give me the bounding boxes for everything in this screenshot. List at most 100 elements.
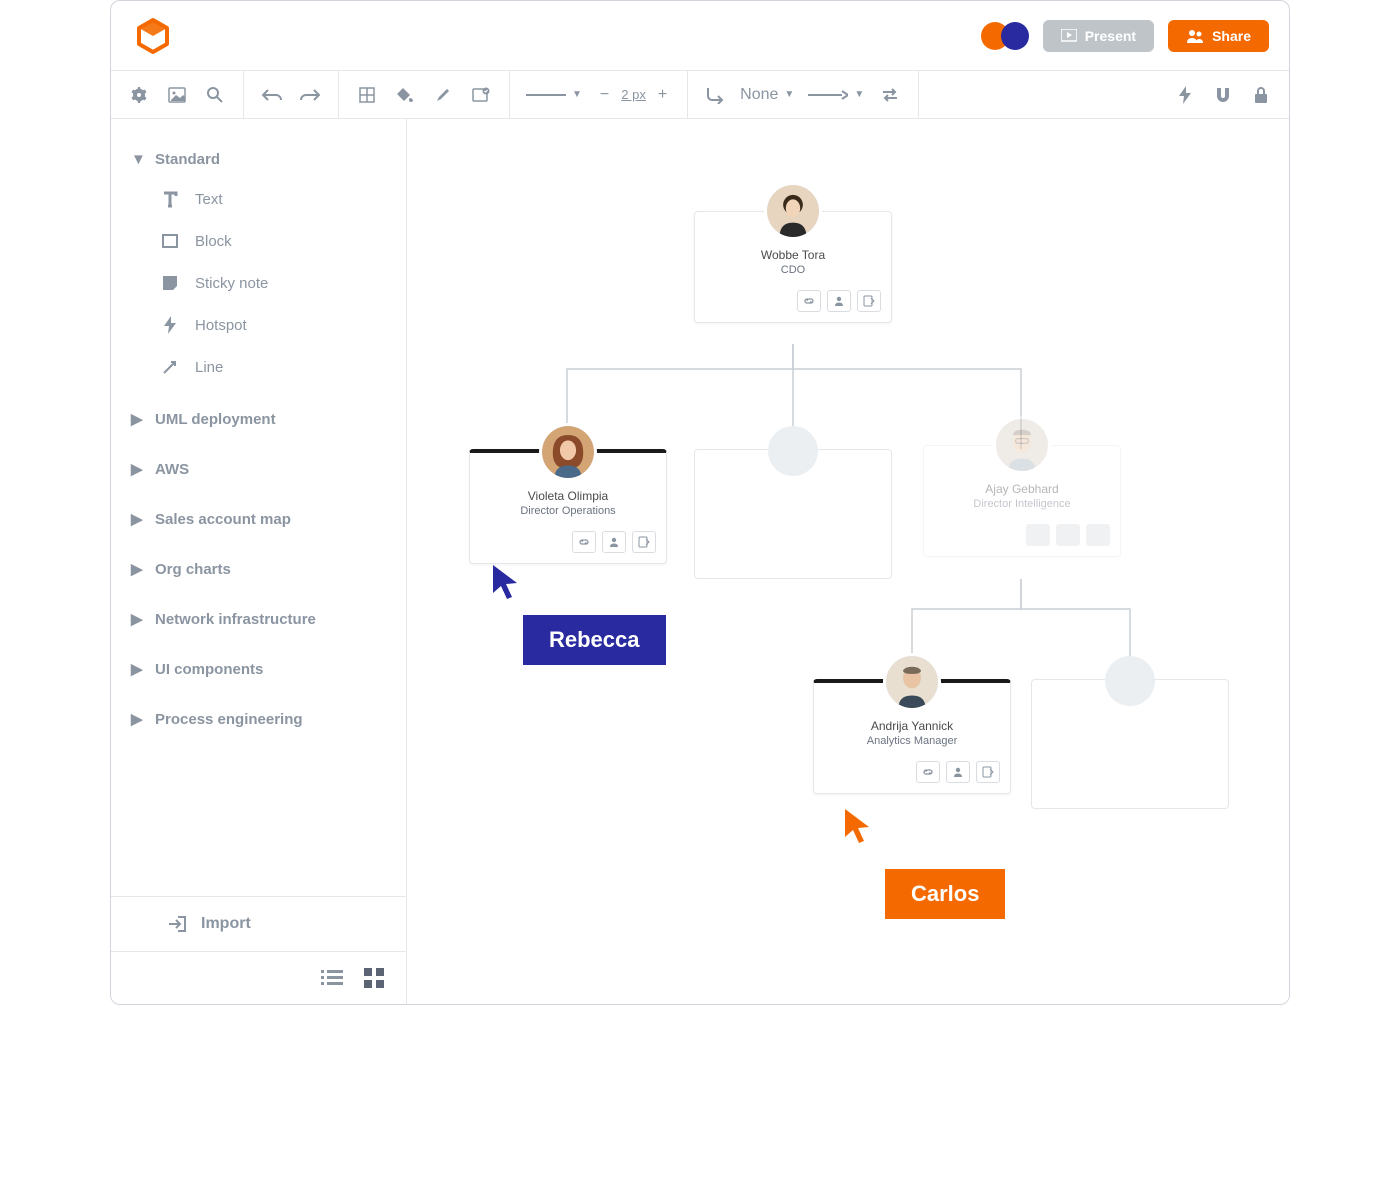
chevron-down-icon: ▼ <box>131 151 145 168</box>
lightning-icon[interactable] <box>1173 83 1197 107</box>
import-icon <box>167 915 187 933</box>
sidebar-item-label: Block <box>195 233 232 250</box>
toolbar: ▼ − 2 px + None ▼ ▼ <box>111 71 1289 119</box>
pencil-icon[interactable] <box>431 83 455 107</box>
sidebar-item-text[interactable]: Text <box>159 178 386 220</box>
sidebar-group-label: Process engineering <box>155 711 303 728</box>
cursor-carlos <box>843 807 871 850</box>
action-placeholder <box>1026 524 1050 546</box>
action-placeholder <box>1056 524 1080 546</box>
line-start-dropdown[interactable] <box>704 86 726 104</box>
chevron-down-icon: ▼ <box>572 89 582 100</box>
sidebar-item-label: Text <box>195 191 223 208</box>
sidebar-group-process[interactable]: ▶ Process engineering <box>131 700 386 738</box>
avatar <box>993 416 1051 474</box>
person-icon[interactable] <box>827 290 851 312</box>
edit-icon[interactable] <box>632 531 656 553</box>
stroke-width-value: 2 px <box>621 87 646 102</box>
import-label: Import <box>201 915 251 933</box>
grid-view-button[interactable] <box>362 966 386 990</box>
people-icon <box>1186 29 1204 43</box>
sidebar-group-ui[interactable]: ▶UI components <box>131 650 386 688</box>
sidebar-group-label: Org charts <box>155 561 231 578</box>
cursor-label-carlos: Carlos <box>885 869 1005 919</box>
undo-button[interactable] <box>260 83 284 107</box>
sticky-note-icon <box>159 272 181 294</box>
sidebar-group-label: Network infrastructure <box>155 611 316 628</box>
sidebar-group-label: Standard <box>155 151 220 168</box>
redo-button[interactable] <box>298 83 322 107</box>
sidebar-group-standard[interactable]: ▼ Standard <box>131 141 386 178</box>
person-icon[interactable] <box>602 531 626 553</box>
sidebar-group-network[interactable]: ▶ Network infrastructure <box>131 600 386 638</box>
card-title: Analytics Manager <box>824 735 1000 747</box>
edit-icon[interactable] <box>857 290 881 312</box>
list-view-button[interactable] <box>320 966 344 990</box>
sidebar-item-label: Hotspot <box>195 317 247 334</box>
grid-icon[interactable] <box>355 83 379 107</box>
cursor-label-rebecca: Rebecca <box>523 615 666 665</box>
sidebar-group-orgcharts[interactable]: ▶Org charts <box>131 550 386 588</box>
person-icon[interactable] <box>946 761 970 783</box>
sidebar-item-hotspot[interactable]: Hotspot <box>159 304 386 346</box>
sidebar-group-label: UI components <box>155 661 263 678</box>
sidebar-item-line[interactable]: Line <box>159 346 386 388</box>
org-card-analytics[interactable]: Andrija Yannick Analytics Manager <box>813 679 1011 794</box>
org-card-operations[interactable]: Violeta Olimpia Director Operations <box>469 449 667 564</box>
edit-icon[interactable] <box>976 761 1000 783</box>
swap-direction-icon[interactable] <box>878 83 902 107</box>
sidebar-item-sticky-note[interactable]: Sticky note <box>159 262 386 304</box>
org-card-placeholder[interactable] <box>694 449 892 579</box>
card-name: Wobbe Tora <box>705 248 881 262</box>
line-end-none-label: None <box>740 86 778 104</box>
link-icon[interactable] <box>916 761 940 783</box>
avatar-placeholder <box>1105 656 1155 706</box>
settings-gear-icon[interactable] <box>127 83 151 107</box>
line-end-none-dropdown[interactable]: None ▼ <box>740 86 794 104</box>
avatar <box>539 423 597 481</box>
sidebar-group-uml[interactable]: ▶UML deployment <box>131 400 386 438</box>
chevron-right-icon: ▶ <box>131 460 145 478</box>
org-card-placeholder-2[interactable] <box>1031 679 1229 809</box>
presence-user-2[interactable] <box>1001 22 1029 50</box>
sidebar-group-label: Sales account map <box>155 511 291 528</box>
chevron-right-icon: ▶ <box>131 710 145 728</box>
sidebar-item-label: Sticky note <box>195 275 268 292</box>
share-label: Share <box>1212 28 1251 44</box>
sidebar-group-aws[interactable]: ▶AWS <box>131 450 386 488</box>
fill-bucket-icon[interactable] <box>393 83 417 107</box>
checklist-icon[interactable] <box>469 83 493 107</box>
chevron-down-icon: ▼ <box>854 89 864 100</box>
minus-button[interactable]: − <box>596 86 613 104</box>
block-icon <box>159 230 181 252</box>
link-icon[interactable] <box>572 531 596 553</box>
image-icon[interactable] <box>165 83 189 107</box>
search-icon[interactable] <box>203 83 227 107</box>
org-card-intelligence[interactable]: Ajay Gebhard Director Intelligence <box>923 445 1121 557</box>
chevron-down-icon: ▼ <box>784 89 794 100</box>
diagram-canvas[interactable]: Wobbe Tora CDO Violeta Olimpia Director … <box>407 119 1289 1004</box>
link-icon[interactable] <box>797 290 821 312</box>
app-header: Present Share <box>111 1 1289 71</box>
plus-button[interactable]: + <box>654 86 671 104</box>
sidebar-item-label: Line <box>195 359 223 376</box>
chevron-right-icon: ▶ <box>131 410 145 428</box>
avatar <box>883 653 941 711</box>
cursor-rebecca <box>491 563 519 606</box>
lock-icon[interactable] <box>1249 83 1273 107</box>
org-card-cdo[interactable]: Wobbe Tora CDO <box>694 211 892 323</box>
present-button[interactable]: Present <box>1043 20 1154 52</box>
import-button[interactable]: Import <box>111 897 406 952</box>
sidebar-group-sales[interactable]: ▶Sales account map <box>131 500 386 538</box>
magnet-icon[interactable] <box>1211 83 1235 107</box>
arrow-style-dropdown[interactable]: ▼ <box>808 89 864 100</box>
avatar-placeholder <box>768 426 818 476</box>
share-button[interactable]: Share <box>1168 20 1269 52</box>
sidebar-item-block[interactable]: Block <box>159 220 386 262</box>
chevron-right-icon: ▶ <box>131 610 145 628</box>
presence-avatars[interactable] <box>981 22 1029 50</box>
line-style-dropdown[interactable]: ▼ <box>526 89 582 100</box>
stroke-width-stepper[interactable]: − 2 px + <box>596 86 671 104</box>
present-label: Present <box>1085 28 1136 44</box>
line-tool-icon <box>159 356 181 378</box>
